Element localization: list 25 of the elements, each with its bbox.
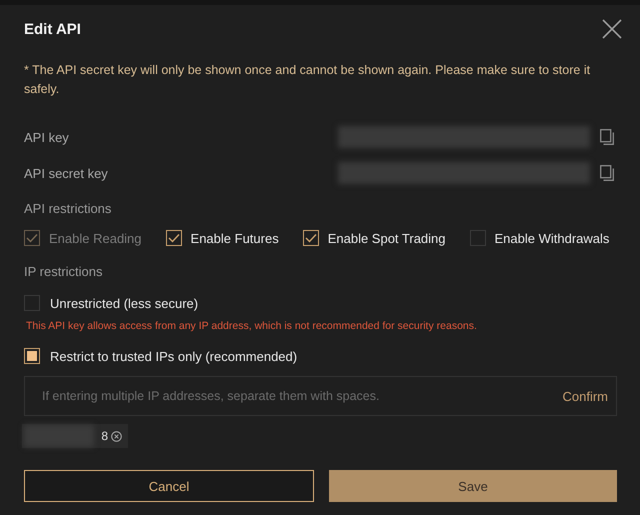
copy-icon[interactable] bbox=[600, 129, 614, 145]
key-label: API key bbox=[24, 130, 70, 144]
checkmark-icon bbox=[26, 233, 38, 243]
ip-tag-text: 8 bbox=[101, 429, 108, 443]
section-heading: IP restrictions bbox=[24, 264, 103, 279]
section-heading: API restrictions bbox=[24, 201, 112, 216]
confirm-link[interactable]: Confirm bbox=[562, 388, 608, 404]
notice-text: * The API secret key will only be shown once and cannot be shown again. Please make sure to store it safely. bbox=[24, 62, 592, 98]
radio-option[interactable]: Unrestricted (less secure) bbox=[24, 295, 198, 311]
cancel-button[interactable]: Cancel bbox=[24, 470, 314, 502]
copy-icon[interactable] bbox=[600, 165, 614, 181]
save-button[interactable]: Save bbox=[329, 470, 617, 502]
checkmark-icon bbox=[304, 233, 317, 243]
radio-option[interactable]: Restrict to trusted IPs only (recommended) bbox=[24, 348, 298, 364]
checkbox-option[interactable]: Enable Spot Trading bbox=[302, 230, 446, 246]
close-icon[interactable] bbox=[602, 19, 622, 39]
checkmark-icon bbox=[168, 233, 180, 243]
warning-text: This API key allows access from any IP address, which is not recommended for security reasons. bbox=[26, 320, 478, 332]
key-label: API secret key bbox=[24, 166, 109, 180]
ip-input-field[interactable]: If entering multiple IP addresses, separate them with spaces. Confirm bbox=[24, 376, 617, 416]
redacted-value bbox=[24, 425, 94, 447]
checkbox-option[interactable]: Enable Futures bbox=[166, 230, 279, 246]
remove-icon[interactable] bbox=[111, 430, 122, 442]
dialog-title: Edit API bbox=[24, 20, 81, 38]
checkbox-option[interactable]: Enable Withdrawals bbox=[470, 230, 610, 246]
